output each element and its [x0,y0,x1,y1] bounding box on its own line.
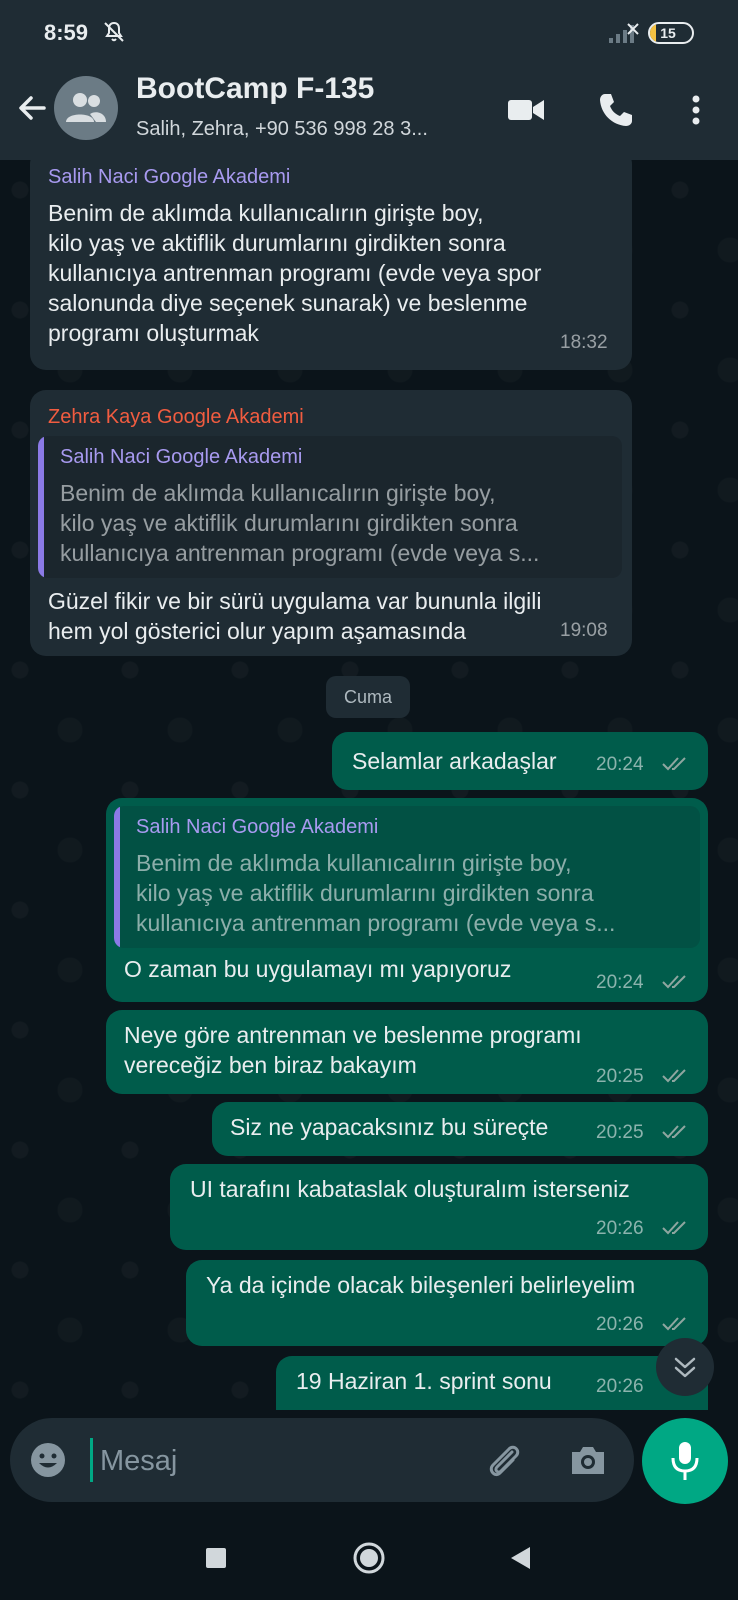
message-composer[interactable] [10,1418,634,1502]
scroll-down-icon [674,1357,696,1378]
emoji-icon[interactable] [28,1440,68,1480]
group-avatar-icon [66,93,106,122]
quoted-text: Benim de aklımda kullanıcalırın girişte … [136,850,616,936]
more-options-icon[interactable] [676,90,716,130]
message-outgoing[interactable]: Neye göre antrenman ve beslenme programı… [106,1010,708,1094]
double-check-icon [662,1317,686,1331]
double-check-icon [662,757,686,771]
quote-bar [114,806,120,948]
video-call-icon[interactable] [506,90,546,130]
nav-home-icon[interactable] [349,1538,389,1578]
message-time: 18:32 [560,332,608,353]
message-text: Selamlar arkadaşlar [352,748,557,774]
chat-header[interactable]: BootCamp F-135 Salih, Zehra, +90 536 998… [0,64,738,160]
message-time: 20:25 [596,1066,644,1087]
message-outgoing[interactable]: UI tarafını kabataslak oluşturalım ister… [170,1164,708,1250]
message-text: Güzel fikir ve bir sürü uygulama var bun… [48,588,542,644]
status-time: 8:59 [44,20,89,45]
message-text: Neye göre antrenman ve beslenme programı… [124,1022,582,1078]
chat-participants[interactable]: Salih, Zehra, +90 536 998 28 3... [136,118,428,141]
quoted-sender: Salih Naci Google Akademi [60,446,303,468]
nav-recents-icon[interactable] [196,1538,236,1578]
double-check-icon [662,1069,686,1083]
camera-icon[interactable] [566,1438,610,1482]
avatar[interactable] [54,76,118,140]
chat-title[interactable]: BootCamp F-135 [136,72,374,106]
message-sender: Zehra Kaya Google Akademi [48,406,304,428]
message-sender: Salih Naci Google Akademi [48,166,291,188]
quote-bar [38,436,44,578]
message-time: 20:26 [596,1314,644,1335]
text-cursor [90,1438,93,1482]
message-text: 19 Haziran 1. sprint sonu [296,1368,552,1394]
quoted-message[interactable]: Salih Naci Google Akademi Benim de aklım… [114,806,700,948]
battery-level-text: 15 [660,25,676,41]
message-outgoing[interactable]: Ya da içinde olacak bileşenleri belirley… [186,1260,708,1346]
message-text: UI tarafını kabataslak oluşturalım ister… [190,1176,630,1202]
double-check-icon [662,1221,686,1235]
mic-icon [671,1442,699,1480]
message-time: 20:26 [596,1376,644,1397]
battery-indicator: 15 [648,22,694,44]
message-text: Benim de aklımda kullanıcalırın girişte … [48,200,542,346]
nav-back-icon[interactable] [500,1538,540,1578]
back-arrow-icon[interactable] [14,90,50,126]
mute-icon [104,21,124,42]
quoted-sender: Salih Naci Google Akademi [136,816,379,838]
message-time: 20:26 [596,1218,644,1239]
status-bar: 8:59 15 [0,0,738,64]
message-outgoing[interactable]: 19 Haziran 1. sprint sonu 20:26 [276,1356,708,1410]
message-text: O zaman bu uygulamayı mı yapıyoruz [124,956,512,982]
attach-icon[interactable] [482,1438,526,1482]
message-text: Ya da içinde olacak bileşenleri belirley… [206,1272,636,1298]
message-time: 20:24 [596,972,644,993]
message-text: Siz ne yapacaksınız bu süreçte [230,1114,549,1140]
system-navigation-bar [0,1516,738,1600]
date-separator: Cuma [326,676,410,718]
message-time: 19:08 [560,620,608,641]
message-outgoing[interactable]: Selamlar arkadaşlar 20:24 [332,732,708,790]
message-incoming[interactable]: Salih Naci Google Akademi Benim de aklım… [30,160,632,370]
message-outgoing[interactable]: Siz ne yapacaksınız bu süreçte 20:25 [212,1102,708,1156]
quoted-message[interactable]: Salih Naci Google Akademi Benim de aklım… [38,436,622,578]
voice-message-button[interactable] [642,1418,728,1504]
message-time: 20:25 [596,1122,644,1143]
message-input[interactable] [98,1432,462,1490]
message-outgoing[interactable]: Salih Naci Google Akademi Benim de aklım… [106,798,708,1002]
message-time: 20:24 [596,754,644,775]
quoted-text: Benim de aklımda kullanıcalırın girişte … [60,480,540,566]
chat-area[interactable]: Salih Naci Google Akademi Benim de aklım… [0,160,738,1410]
signal-icon [609,23,639,43]
message-incoming[interactable]: Zehra Kaya Google Akademi Salih Naci Goo… [30,390,632,656]
double-check-icon [662,1125,686,1139]
phone-icon[interactable] [596,90,636,130]
scroll-to-bottom-button[interactable] [656,1338,714,1396]
double-check-icon [662,975,686,989]
